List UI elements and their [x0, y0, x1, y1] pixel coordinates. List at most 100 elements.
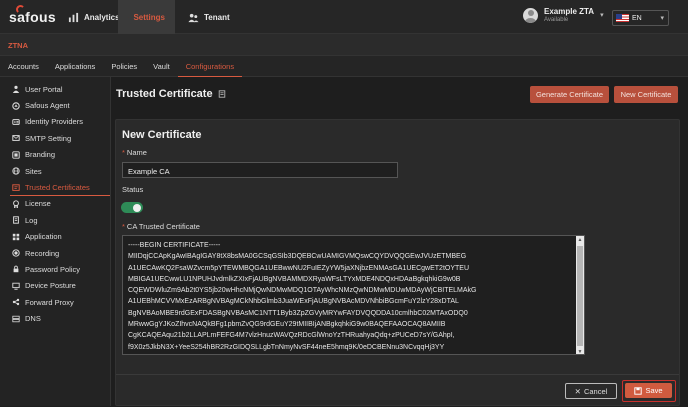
- page-title-text: Trusted Certificate: [116, 88, 213, 100]
- dns-icon: [12, 315, 20, 323]
- tab-vault[interactable]: Vault: [145, 56, 178, 77]
- mail-icon: [12, 134, 20, 142]
- sidebar-item-branding[interactable]: Branding: [0, 147, 110, 163]
- analytics-icon: [68, 12, 79, 23]
- cancel-button[interactable]: ✕ Cancel: [565, 383, 617, 399]
- user-status: Available: [544, 17, 594, 23]
- name-label: *Name: [122, 148, 147, 157]
- sidebar-item-user-portal[interactable]: User Portal: [0, 81, 110, 97]
- sidebar-item-recording[interactable]: Recording: [0, 245, 110, 261]
- sidebar-item-label: Sites: [25, 167, 42, 176]
- save-icon: [634, 387, 642, 395]
- user-menu[interactable]: Example ZTA Available ▾: [523, 7, 604, 23]
- sidebar-item-label: Identity Providers: [25, 117, 83, 126]
- sidebar-item-sites[interactable]: Sites: [0, 163, 110, 179]
- sidebar: User Portal Safous Agent Identity Provid…: [0, 77, 111, 406]
- panel-title: New Certificate: [122, 129, 201, 141]
- tab-policies[interactable]: Policies: [103, 56, 145, 77]
- us-flag-icon: [616, 14, 629, 22]
- name-field[interactable]: Example CA: [122, 162, 398, 178]
- sidebar-item-label: Forward Proxy: [25, 298, 74, 307]
- nav-settings-label: Settings: [133, 13, 165, 22]
- generate-certificate-button[interactable]: Generate Certificate: [530, 86, 609, 103]
- cert-line: MRwwGgYJKoZIhvcNAQkBFg1pbmZvQG9rdGEuY29t…: [128, 319, 579, 330]
- sidebar-item-label: Application: [25, 232, 62, 241]
- textarea-scrollbar[interactable]: ▲ ▼: [576, 236, 584, 355]
- new-certificate-button[interactable]: New Certificate: [614, 86, 678, 103]
- sidebar-item-label: Safous Agent: [25, 101, 70, 110]
- page-title: Trusted Certificate: [116, 88, 226, 100]
- avatar: [523, 8, 538, 23]
- tab-accounts[interactable]: Accounts: [0, 56, 47, 77]
- cert-line: MIIDqjCCApKgAwIBAgIGAY8tX8bsMA0GCSqGSIb3…: [128, 251, 579, 262]
- device-icon: [12, 282, 20, 290]
- scroll-down-icon[interactable]: ▼: [577, 349, 583, 355]
- sidebar-item-smtp-setting[interactable]: SMTP Setting: [0, 130, 110, 146]
- sidebar-item-trusted-certificates[interactable]: Trusted Certificates: [0, 179, 110, 195]
- agent-icon: [12, 102, 20, 110]
- sidebar-item-password-policy[interactable]: Password Policy: [0, 261, 110, 277]
- branding-icon: [12, 151, 20, 159]
- language-code: EN: [632, 15, 642, 22]
- license-icon: [12, 200, 20, 208]
- save-label: Save: [645, 386, 662, 395]
- status-toggle[interactable]: [121, 202, 143, 213]
- proxy-icon: [12, 298, 20, 306]
- main-content: Trusted Certificate Generate Certificate…: [111, 77, 688, 406]
- nav-tenant[interactable]: Tenant: [178, 0, 240, 34]
- scrollbar-thumb[interactable]: [577, 246, 583, 346]
- chevron-down-icon: ▾: [600, 11, 604, 19]
- sidebar-item-forward-proxy[interactable]: Forward Proxy: [0, 294, 110, 310]
- logo-mark-icon: [16, 5, 25, 14]
- sidebar-item-label: Branding: [25, 150, 55, 159]
- cert-line: BgNVBAoMBE9rdGExFDASBgNVBAsMC1NTT1Byb3Zp…: [128, 308, 579, 319]
- nav-settings[interactable]: Settings: [118, 0, 175, 34]
- tab-configurations[interactable]: Configurations: [178, 56, 242, 77]
- sidebar-item-log[interactable]: Log: [0, 212, 110, 228]
- top-bar: safous Analytics Settings Tenant Example…: [0, 0, 688, 34]
- password-icon: [12, 265, 20, 273]
- nav-analytics-label: Analytics: [84, 13, 120, 22]
- cancel-label: Cancel: [584, 387, 607, 396]
- sub-navigation: Accounts Applications Policies Vault Con…: [0, 56, 688, 77]
- cert-line: MBIGA1UECwwLU1NPUHJvdmlkZXIxFjAUBgNVBAMM…: [128, 274, 579, 285]
- tenant-icon: [188, 12, 199, 23]
- sidebar-item-label: SMTP Setting: [25, 134, 71, 143]
- log-icon: [12, 216, 20, 224]
- tab-applications[interactable]: Applications: [47, 56, 103, 77]
- document-icon: [218, 90, 226, 98]
- sidebar-item-label: Trusted Certificates: [25, 183, 90, 192]
- sidebar-item-safous-agent[interactable]: Safous Agent: [0, 97, 110, 113]
- sidebar-item-label: DNS: [25, 314, 41, 323]
- user-name: Example ZTA: [544, 7, 594, 16]
- new-certificate-panel: New Certificate *Name Example CA Status …: [115, 119, 680, 406]
- application-icon: [12, 233, 20, 241]
- scroll-up-icon[interactable]: ▲: [577, 237, 583, 243]
- sidebar-item-license[interactable]: License: [0, 196, 110, 212]
- save-button[interactable]: Save: [625, 383, 672, 398]
- globe-icon: [12, 167, 20, 175]
- ca-certificate-textarea[interactable]: -----BEGIN CERTIFICATE----- MIIDqjCCApKg…: [122, 235, 585, 355]
- sidebar-item-label: Password Policy: [25, 265, 80, 274]
- recording-icon: [12, 249, 20, 257]
- sidebar-item-application[interactable]: Application: [0, 229, 110, 245]
- cert-line: f9X0z5JkbN3X+YeeS254hBR2RzGIDQSLLgbTnNmy…: [128, 342, 579, 353]
- section-title: ZTNA: [0, 34, 688, 56]
- sidebar-item-label: License: [25, 199, 51, 208]
- ca-certificate-label: *CA Trusted Certificate: [122, 222, 200, 231]
- status-label: Status: [122, 185, 143, 194]
- user-icon: [12, 85, 20, 93]
- sidebar-item-dns[interactable]: DNS: [0, 310, 110, 326]
- sidebar-item-identity-providers[interactable]: Identity Providers: [0, 114, 110, 130]
- cert-line: CQEWDWluZm9Ab2t0YS5jb20wHhcNMjQwNDMwMDQ1…: [128, 285, 579, 296]
- cert-line: A1UEBhMCVVMxEzARBgNVBAgMCkNhbGlmb3JuaWEx…: [128, 296, 579, 307]
- nav-tenant-label: Tenant: [204, 13, 230, 22]
- sidebar-item-device-posture[interactable]: Device Posture: [0, 278, 110, 294]
- sidebar-item-label: Recording: [25, 249, 59, 258]
- save-button-highlight: Save: [622, 380, 676, 402]
- language-select[interactable]: EN ▾: [612, 10, 669, 26]
- close-icon: ✕: [575, 387, 581, 396]
- chevron-down-icon: ▾: [660, 14, 664, 22]
- safous-logo[interactable]: safous: [9, 9, 56, 25]
- sidebar-item-label: Device Posture: [25, 281, 76, 290]
